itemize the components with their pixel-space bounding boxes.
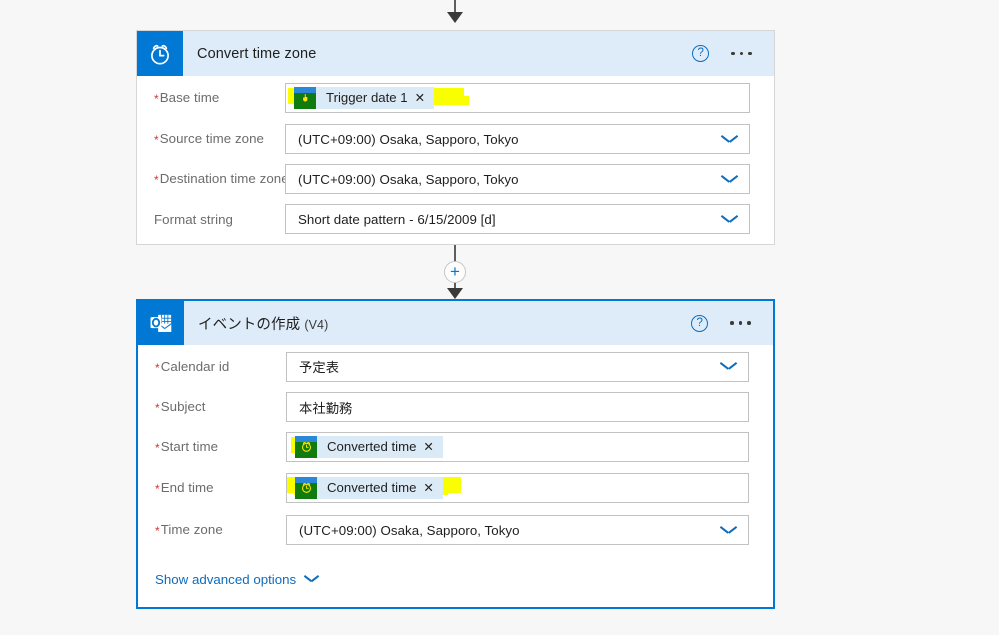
insert-step-button[interactable]: + [444,261,466,283]
token-remove-icon[interactable]: ✕ [415,90,434,105]
field-label-calendar-id: *Calendar id [155,358,230,375]
field-value: (UTC+09:00) Osaka, Sapporo, Tokyo [298,171,519,187]
arrow-down-icon-top [447,12,463,23]
field-row-destination-time-zone: *Destination time zone (UTC+09:00) Osaka… [137,159,774,199]
field-input-end-time[interactable]: Converted time ✕ [286,472,749,503]
required-asterisk: * [154,91,159,106]
field-label-end-time: *End time [155,479,214,496]
chevron-down-icon[interactable] [722,175,737,184]
chevron-down-icon[interactable] [722,135,737,144]
field-row-subject: *Subject 本社勤務 [138,388,773,426]
chevron-down-icon[interactable] [722,215,737,224]
field-label-destination-time-zone: *Destination time zone [154,171,289,187]
field-row-base-time: *Base time Trigger date 1 ✕ [137,76,774,119]
token-label: Trigger date 1 [326,90,408,105]
chevron-down-icon[interactable] [721,362,736,371]
token-converted-time[interactable]: Converted time ✕ [295,435,443,458]
field-value: (UTC+09:00) Osaka, Sapporo, Tokyo [298,131,519,147]
field-select-destination-time-zone[interactable]: (UTC+09:00) Osaka, Sapporo, Tokyo [285,164,750,194]
field-row-calendar-id: *Calendar id 予定表 [138,345,773,388]
token-label: Converted time [327,480,417,495]
required-asterisk: * [155,401,160,415]
token-label: Converted time [327,439,417,454]
flow-designer-canvas: Convert time zone ? *Base time Trigger d… [0,0,999,635]
card-title-version: (V4) [304,317,329,332]
required-asterisk: * [155,481,160,496]
action-card-create-event-v4[interactable]: イベントの作成 (V4) ? *Calendar id 予定表 *Subject… [136,299,775,609]
field-value: 本社勤務 [299,400,353,416]
card-header[interactable]: Convert time zone ? [137,31,774,76]
field-input-subject[interactable]: 本社勤務 [286,392,749,422]
card-title: Convert time zone [183,46,316,62]
help-icon[interactable]: ? [691,314,709,332]
arrow-down-icon-middle [447,288,463,299]
ellipsis-icon[interactable] [730,321,751,325]
field-row-source-time-zone: *Source time zone (UTC+09:00) Osaka, Sap… [137,119,774,159]
field-select-calendar-id[interactable]: 予定表 [286,351,749,382]
field-row-format-string: Format string Short date pattern - 6/15/… [137,199,774,239]
ellipsis-icon[interactable] [731,51,752,56]
required-asterisk: * [154,173,159,187]
card-title-text: Convert time zone [197,45,317,62]
outlook-icon [138,301,184,345]
field-select-format-string[interactable]: Short date pattern - 6/15/2009 [d] [285,204,750,234]
card-header[interactable]: イベントの作成 (V4) ? [138,301,773,345]
card-header-actions: ? [692,45,774,62]
action-card-convert-time-zone[interactable]: Convert time zone ? *Base time Trigger d… [136,30,775,245]
field-row-end-time: *End time Converted time ✕ [138,467,773,508]
field-input-base-time[interactable]: Trigger date 1 ✕ [285,82,750,113]
token-remove-icon[interactable]: ✕ [423,480,442,495]
field-value: 予定表 [299,360,340,375]
field-label-source-time-zone: *Source time zone [154,131,265,147]
show-advanced-options-link[interactable]: Show advanced options [138,564,773,594]
field-value: (UTC+09:00) Osaka, Sapporo, Tokyo [299,522,520,538]
token-remove-icon[interactable]: ✕ [423,439,442,454]
alarm-clock-token-icon [295,435,317,458]
required-asterisk: * [155,360,160,375]
field-row-start-time: *Start time Converted time ✕ [138,426,773,467]
required-asterisk: * [155,524,160,538]
card-body: *Calendar id 予定表 *Subject 本社勤務 *Start ti… [138,345,773,594]
required-asterisk: * [154,133,159,147]
field-row-time-zone: *Time zone (UTC+09:00) Osaka, Sapporo, T… [138,508,773,552]
field-value: Short date pattern - 6/15/2009 [d] [298,211,496,227]
field-label-format-string: Format string [154,211,233,227]
required-asterisk: * [155,440,160,455]
card-body: *Base time Trigger date 1 ✕ *Source time… [137,76,774,239]
token-trigger-date-1[interactable]: Trigger date 1 ✕ [294,86,435,109]
field-select-time-zone[interactable]: (UTC+09:00) Osaka, Sapporo, Tokyo [286,515,749,545]
field-input-start-time[interactable]: Converted time ✕ [286,431,749,462]
alarm-clock-icon [137,31,183,76]
field-label-subject: *Subject [155,399,206,415]
card-header-actions: ? [691,314,773,332]
help-icon[interactable]: ? [692,45,710,62]
token-converted-time[interactable]: Converted time ✕ [295,476,443,499]
field-select-source-time-zone[interactable]: (UTC+09:00) Osaka, Sapporo, Tokyo [285,124,750,154]
plus-icon: + [450,261,460,281]
chevron-down-icon[interactable] [721,526,736,535]
field-label-base-time: *Base time [154,89,220,106]
card-title-text: イベントの作成 [198,316,301,333]
field-label-time-zone: *Time zone [155,522,223,538]
field-label-start-time: *Start time [155,438,219,455]
card-title: イベントの作成 (V4) [184,313,328,334]
chevron-down-icon[interactable] [305,575,318,583]
show-advanced-options-label: Show advanced options [155,571,297,587]
alarm-clock-token-icon [295,476,317,499]
power-apps-trigger-icon [294,86,316,109]
connector-line-middle-upper [454,245,456,262]
